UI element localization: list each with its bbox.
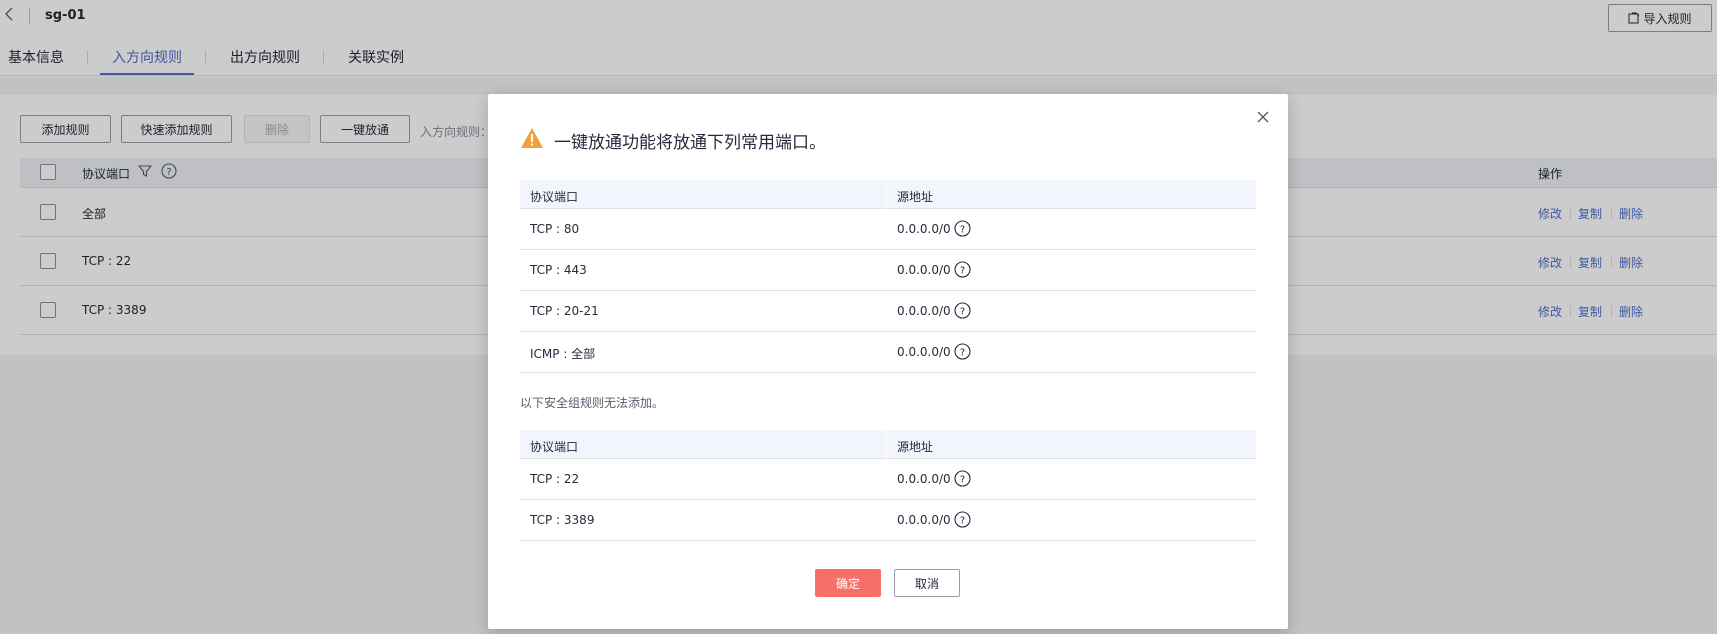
question-icon[interactable]: ? bbox=[954, 220, 971, 237]
row-protocol: TCP : 80 bbox=[530, 222, 580, 236]
column-header-protocol: 协议端口 bbox=[530, 190, 579, 204]
row-source: 0.0.0.0/0 bbox=[897, 345, 951, 359]
row-protocol: TCP : 22 bbox=[530, 472, 580, 486]
dialog-title: 一键放通功能将放通下列常用端口。 bbox=[554, 133, 826, 153]
row-source: 0.0.0.0/0 bbox=[897, 472, 951, 486]
table-row: ICMP : 全部 0.0.0.0/0 ? bbox=[520, 332, 1256, 373]
svg-text:?: ? bbox=[960, 307, 965, 318]
table-header: 协议端口 源地址 bbox=[520, 430, 1256, 459]
close-icon[interactable] bbox=[1256, 110, 1270, 124]
svg-text:?: ? bbox=[960, 348, 965, 359]
row-protocol: ICMP : 全部 bbox=[530, 347, 596, 361]
warning-icon bbox=[520, 127, 544, 149]
table-header: 协议端口 源地址 bbox=[520, 180, 1256, 209]
question-icon[interactable]: ? bbox=[954, 302, 971, 319]
row-protocol: TCP : 443 bbox=[530, 263, 587, 277]
table-row: TCP : 80 0.0.0.0/0 ? bbox=[520, 209, 1256, 250]
row-protocol: TCP : 20-21 bbox=[530, 304, 599, 318]
table-row: TCP : 20-21 0.0.0.0/0 ? bbox=[520, 291, 1256, 332]
row-source: 0.0.0.0/0 bbox=[897, 263, 951, 277]
one-click-allow-dialog: 一键放通功能将放通下列常用端口。 协议端口 源地址 TCP : 80 0.0.0… bbox=[488, 94, 1288, 629]
column-header-source: 源地址 bbox=[897, 190, 934, 204]
allowed-ports-table: 协议端口 源地址 TCP : 80 0.0.0.0/0 ? TCP : 443 … bbox=[520, 180, 1256, 373]
table-row: TCP : 3389 0.0.0.0/0 ? bbox=[520, 500, 1256, 541]
row-source: 0.0.0.0/0 bbox=[897, 304, 951, 318]
svg-text:?: ? bbox=[960, 225, 965, 236]
question-icon[interactable]: ? bbox=[954, 343, 971, 360]
row-source: 0.0.0.0/0 bbox=[897, 513, 951, 527]
question-icon[interactable]: ? bbox=[954, 261, 971, 278]
column-divider bbox=[886, 430, 887, 459]
row-source: 0.0.0.0/0 bbox=[897, 222, 951, 236]
row-protocol: TCP : 3389 bbox=[530, 513, 595, 527]
cancel-button[interactable]: 取消 bbox=[894, 569, 960, 597]
column-header-protocol: 协议端口 bbox=[530, 440, 579, 454]
blocked-rules-note: 以下安全组规则无法添加。 bbox=[520, 396, 665, 410]
svg-text:?: ? bbox=[960, 266, 965, 277]
table-row: TCP : 22 0.0.0.0/0 ? bbox=[520, 459, 1256, 500]
confirm-button[interactable]: 确定 bbox=[815, 569, 881, 597]
column-header-source: 源地址 bbox=[897, 440, 934, 454]
svg-text:?: ? bbox=[960, 516, 965, 527]
question-icon[interactable]: ? bbox=[954, 470, 971, 487]
blocked-ports-table: 协议端口 源地址 TCP : 22 0.0.0.0/0 ? TCP : 3389… bbox=[520, 430, 1256, 541]
column-divider bbox=[886, 180, 887, 209]
svg-text:?: ? bbox=[960, 475, 965, 486]
table-row: TCP : 443 0.0.0.0/0 ? bbox=[520, 250, 1256, 291]
question-icon[interactable]: ? bbox=[954, 511, 971, 528]
